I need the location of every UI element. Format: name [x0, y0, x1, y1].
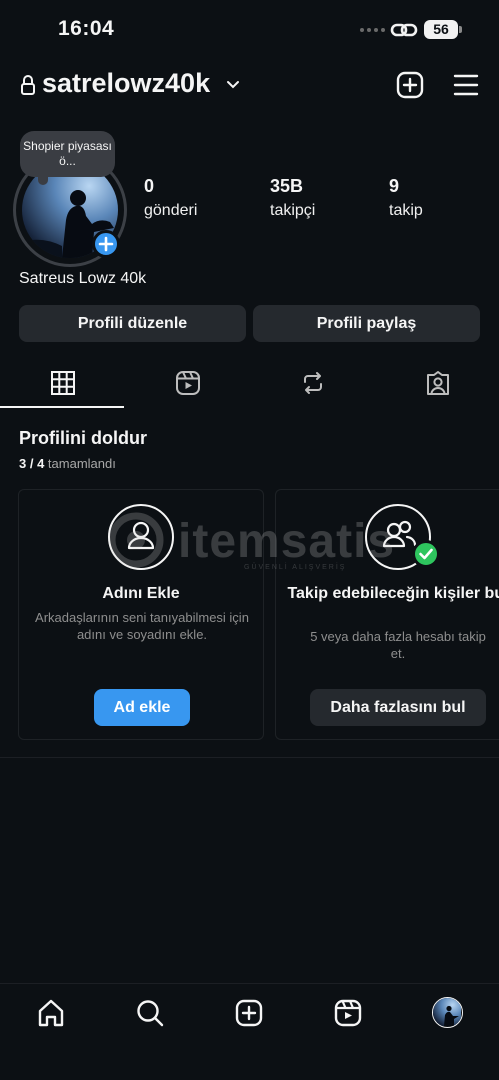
section-divider	[0, 757, 499, 758]
home-icon[interactable]	[36, 998, 66, 1028]
add-story-button[interactable]	[92, 230, 120, 258]
grid-icon	[51, 371, 75, 395]
stat-following-value: 9	[389, 176, 400, 196]
signal-icon	[360, 28, 385, 32]
card-find-people-desc: 5 veya daha fazla hesabı takip et.	[310, 629, 486, 661]
chevron-down-icon[interactable]	[226, 78, 240, 92]
tab-reels[interactable]	[125, 360, 249, 408]
reels-icon[interactable]	[333, 998, 363, 1028]
create-icon[interactable]	[234, 998, 264, 1028]
stat-following[interactable]: 9 takip	[389, 176, 423, 220]
add-name-button[interactable]: Ad ekle	[94, 689, 190, 726]
stat-posts[interactable]: 0 gönderi	[144, 176, 197, 220]
profile-avatar[interactable]	[432, 997, 463, 1028]
person-icon	[108, 504, 174, 570]
completed-check-icon	[412, 540, 440, 568]
stat-followers-value: 35B	[270, 176, 304, 196]
tagged-icon	[427, 371, 449, 395]
display-name: Satreus Lowz 40k	[19, 270, 147, 287]
edit-profile-button[interactable]: Profili düzenle	[19, 305, 246, 342]
progress-count: 3 / 4	[19, 456, 45, 471]
complete-profile-progress: 3 / 4 tamamlandı	[19, 456, 116, 471]
stat-posts-label: gönderi	[144, 202, 198, 219]
menu-icon[interactable]	[453, 72, 479, 98]
complete-profile-title: Profilini doldur	[19, 428, 147, 448]
plus-icon	[98, 236, 114, 252]
tab-tagged[interactable]	[375, 360, 499, 408]
card-add-name: Adını Ekle Arkadaşlarının seni tanıyabil…	[18, 489, 264, 740]
stat-followers-label: takipçi	[270, 202, 316, 219]
stat-followers[interactable]: 35B takipçi	[270, 176, 315, 220]
reels-icon	[176, 371, 200, 395]
card-add-name-title: Adını Ekle	[102, 585, 180, 602]
card-find-people-title: Takip edebileceğin kişiler bul	[287, 585, 499, 602]
active-tab-indicator	[0, 406, 124, 408]
profile-header: satrelowz40k	[0, 62, 499, 108]
card-add-name-desc: Arkadaşlarının seni tanıyabilmesi için a…	[35, 610, 249, 642]
create-post-icon[interactable]	[396, 71, 424, 99]
battery-indicator: 56	[424, 20, 462, 39]
tab-reposts[interactable]	[250, 360, 374, 408]
find-more-button[interactable]: Daha fazlasını bul	[310, 689, 486, 726]
progress-label: tamamlandı	[47, 456, 116, 471]
username-switcher[interactable]: satrelowz40k	[42, 68, 210, 99]
status-bar: 16:04 56	[0, 0, 499, 58]
stat-following-label: takip	[389, 202, 423, 219]
search-icon[interactable]	[135, 998, 165, 1028]
tab-posts-grid[interactable]	[0, 360, 124, 408]
card-find-people: Takip edebileceğin kişiler bul 5 veya da…	[275, 489, 499, 740]
profile-note-bubble[interactable]: Shopier piyasası ö...	[20, 131, 115, 177]
lock-icon	[21, 75, 35, 95]
bottom-nav	[0, 983, 499, 1080]
stat-posts-value: 0	[144, 176, 155, 196]
personal-hotspot-icon	[390, 23, 418, 37]
reposts-icon	[304, 372, 322, 394]
share-profile-button[interactable]: Profili paylaş	[253, 305, 480, 342]
status-time: 16:04	[58, 17, 115, 40]
profile-tabs	[0, 360, 499, 408]
